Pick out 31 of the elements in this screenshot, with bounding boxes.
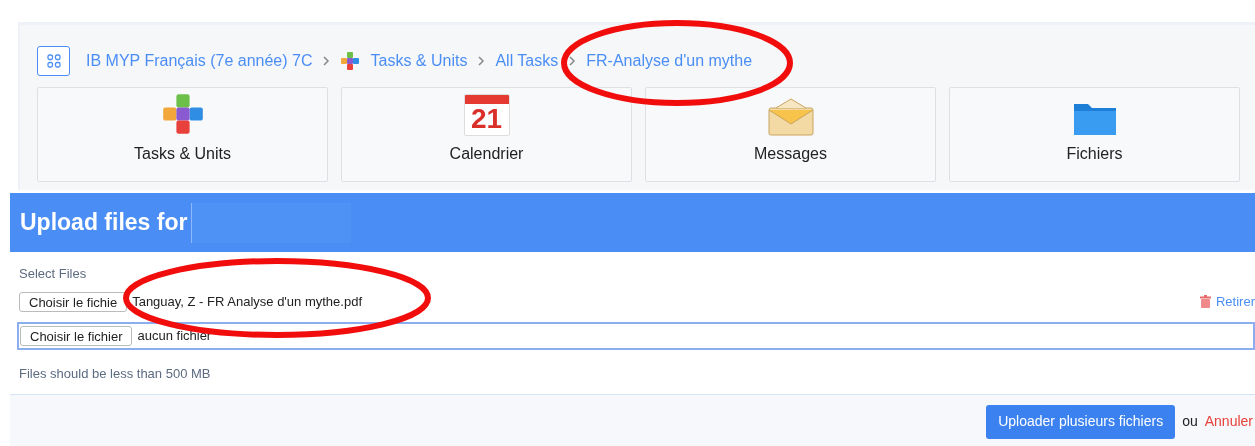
file-name: aucun fichier: [137, 326, 212, 345]
choose-file-button[interactable]: Choisir le fichie: [19, 291, 128, 312]
chevron-icon: [477, 55, 486, 67]
card-label: Tasks & Units: [134, 144, 231, 164]
apps-button[interactable]: [37, 46, 70, 76]
help-text: Files should be less than 500 MB: [19, 364, 212, 383]
puzzle-icon: [160, 92, 205, 136]
trash-icon: [1200, 295, 1211, 308]
calendar-day: 21: [464, 104, 509, 134]
upload-title: Upload files for: [20, 208, 188, 238]
nav-card[interactable]: 21 Calendrier: [341, 87, 632, 182]
grid-icon: [46, 54, 61, 68]
file-input[interactable]: Choisir le fichier aucun fichier: [17, 321, 1255, 350]
nav-card[interactable]: Fichiers: [949, 87, 1240, 182]
or-text: ou: [1182, 412, 1198, 431]
card-label: Calendrier: [449, 144, 524, 164]
field-label: Select Files: [19, 265, 88, 283]
chevron-icon: [322, 55, 331, 67]
file-name: Tanguay, Z - FR Analyse d'un mythe.pdf: [132, 292, 362, 311]
envelope-icon: [767, 98, 814, 136]
card-label: Messages: [754, 144, 827, 164]
file-input[interactable]: Choisir le fichie Tanguay, Z - FR Analyse d'un mythe.pdf Retirer: [19, 287, 1255, 316]
card-label: Fichiers: [1066, 144, 1123, 164]
choose-file-button[interactable]: Choisir le fichier: [20, 325, 133, 346]
cancel-link[interactable]: Annuler: [1204, 411, 1253, 432]
puzzle-icon: [340, 51, 361, 71]
upload-button[interactable]: Uploader plusieurs fichiers: [986, 404, 1176, 439]
nav-card[interactable]: Tasks & Units: [37, 87, 328, 182]
chevron-icon: [568, 55, 577, 67]
nav-card[interactable]: Messages: [645, 87, 936, 182]
calendar-header: [464, 95, 509, 104]
